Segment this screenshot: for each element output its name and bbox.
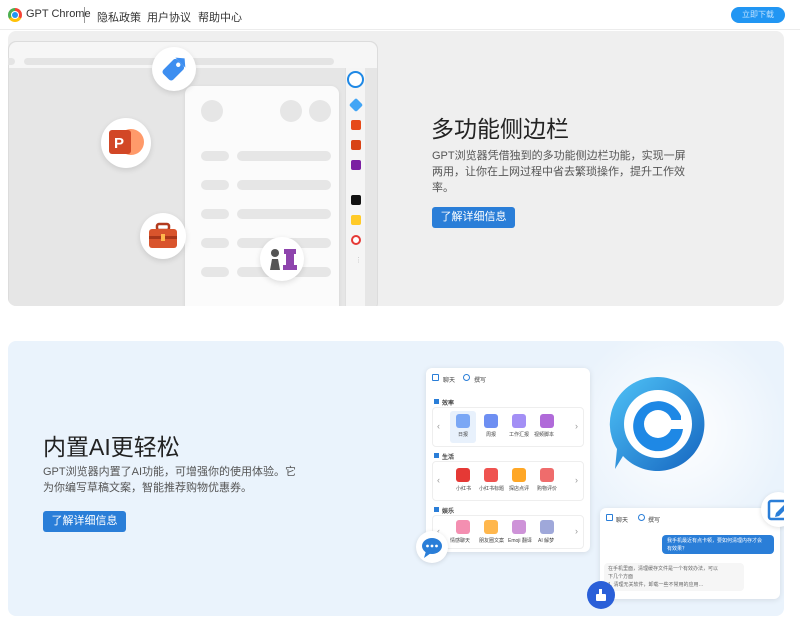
ai-reply-line3: 1. 清理无关软件，卸载一些不常用的应用…	[608, 582, 704, 588]
app-xiaohongshu[interactable]: 小红书	[456, 485, 471, 492]
nav-privacy-policy[interactable]: 隐私政策	[97, 9, 141, 25]
feature1-desc-line1: GPT浏览器凭借独到的多功能侧边栏功能，实现一屏	[432, 150, 686, 162]
next-chevron-icon[interactable]: ›	[575, 475, 578, 485]
toolbox-icon[interactable]	[351, 140, 361, 150]
prev-chevron-icon[interactable]: ‹	[437, 421, 440, 431]
ai-reply-bubble: 在手机里面，清理缓存文件是一个有效办法，可以 下几个方面 1. 清理无关软件，卸…	[604, 563, 744, 591]
powerpoint-icon: P	[109, 129, 144, 155]
chat-tab[interactable]: 聊天	[443, 375, 455, 384]
meituan-icon[interactable]	[351, 215, 361, 225]
feature-ai-section: 内置AI更轻松 GPT浏览器内置了AI功能，可增强你的使用体验。它 为你编写草稿…	[8, 341, 784, 616]
ai-reply-line2: 下几个方面	[608, 574, 634, 580]
chess-icon	[270, 249, 297, 270]
weekly-report-icon[interactable]	[484, 414, 498, 428]
dream-interpret-icon[interactable]	[540, 520, 554, 534]
ai-chat-card: 聊天 撰写 我手机最近有点卡顿，要如何清理内存才会 有效果？ 在手机里面，清理缓…	[600, 508, 780, 599]
group-fun-label: 娱乐	[442, 509, 455, 515]
app-work-report[interactable]: 工作汇报	[509, 431, 529, 438]
shop-review-icon[interactable]	[512, 468, 526, 482]
app-xiaohongshu-title[interactable]: 小红书标题	[479, 485, 504, 492]
group-fun-row: ‹ › 情感聊天 朋友圈文案 Emoji 翻译 AI 解梦	[432, 515, 584, 549]
group-efficiency-label: 效率	[442, 401, 455, 407]
xiaohongshu-icon[interactable]	[456, 468, 470, 482]
tag-icon[interactable]	[348, 97, 364, 113]
app-video-script[interactable]: 视频脚本	[534, 431, 554, 438]
chat-card-tab-chat[interactable]: 聊天	[616, 515, 628, 524]
app-daily-report[interactable]: 日报	[458, 431, 468, 438]
app-weekly-report[interactable]: 周报	[486, 431, 496, 438]
write-tab-icon[interactable]	[463, 374, 470, 381]
feature2-desc-line1: GPT浏览器内置了AI功能，可增强你的使用体验。它	[43, 466, 297, 478]
gpt-big-logo-icon	[609, 376, 705, 471]
gpt-logo-icon[interactable]	[347, 71, 364, 88]
top-bar: GPT Chrome 隐私政策 用户协议 帮助中心 立即下载	[0, 0, 800, 30]
toolbox-bubble	[140, 213, 186, 259]
feature1-desc-line3: 率。	[432, 182, 454, 194]
chat-bubble-icon[interactable]	[416, 531, 448, 563]
chess-icon[interactable]	[351, 160, 361, 170]
toolbox-icon	[149, 222, 177, 248]
chat-card-tab-write[interactable]: 撰写	[648, 515, 660, 524]
send-bubble[interactable]	[587, 581, 615, 609]
feature1-title: 多功能侧边栏	[431, 116, 569, 142]
group-life-label: 生活	[442, 455, 455, 461]
app-shop-review[interactable]: 探店点评	[509, 485, 529, 492]
prev-chevron-icon[interactable]: ‹	[437, 475, 440, 485]
moments-copy-icon[interactable]	[484, 520, 498, 534]
video-script-icon[interactable]	[540, 414, 554, 428]
ai-tools-card: 聊天 撰写 效率 ‹ › 日报 周报 工作汇报 视频脚本 生活 ‹ › 小红书 …	[426, 368, 590, 552]
write-tab[interactable]: 撰写	[474, 375, 486, 384]
emoji-translate-icon[interactable]	[512, 520, 526, 534]
tag-icon	[162, 57, 186, 81]
thumb-icon	[596, 589, 606, 601]
user-message-line2: 有效果？	[667, 546, 688, 552]
powerpoint-icon[interactable]	[351, 120, 361, 130]
xiaohongshu-title-icon[interactable]	[484, 468, 498, 482]
chat-bubble-bubble	[416, 531, 448, 563]
gpt-chrome-logo-icon[interactable]	[8, 8, 22, 22]
svg-text:P: P	[114, 135, 124, 152]
shopping-review-icon[interactable]	[540, 468, 554, 482]
chess-bubble	[260, 237, 304, 281]
divider	[84, 7, 85, 23]
write-tab-icon[interactable]	[638, 514, 645, 521]
emotional-chat-icon[interactable]	[456, 520, 470, 534]
download-button[interactable]: 立即下载	[731, 7, 785, 23]
feature2-desc-line2: 为你编写草稿文案，智能推荐购物优惠券。	[43, 482, 252, 494]
group-efficiency-row: ‹ › 日报 周报 工作汇报 视频脚本	[432, 407, 584, 447]
more-dots-icon[interactable]: ⋮	[355, 256, 362, 264]
edit-bubble	[761, 492, 784, 527]
user-message-bubble: 我手机最近有点卡顿，要如何清理内存才会 有效果？	[662, 535, 774, 554]
user-message-line1: 我手机最近有点卡顿，要如何清理内存才会	[667, 538, 763, 544]
tiktok-icon[interactable]	[351, 195, 361, 205]
sidebar-strip: ⋮	[345, 68, 365, 306]
brand-name[interactable]: GPT Chrome	[26, 8, 91, 20]
weibo-icon[interactable]	[351, 235, 361, 245]
daily-report-icon[interactable]	[456, 414, 470, 428]
ai-reply-line1: 在手机里面，清理缓存文件是一个有效办法，可以	[608, 566, 719, 572]
work-report-icon[interactable]	[512, 414, 526, 428]
next-chevron-icon[interactable]: ›	[575, 421, 578, 431]
app-dream-interpret[interactable]: AI 解梦	[538, 537, 554, 544]
edit-icon[interactable]	[761, 492, 784, 527]
app-emotional-chat[interactable]: 情感聊天	[450, 537, 470, 544]
powerpoint-bubble: P	[101, 118, 151, 168]
feature2-learn-more-button[interactable]: 了解详细信息	[43, 511, 126, 532]
nav-user-agreement[interactable]: 用户协议	[147, 9, 191, 25]
app-emoji-translate[interactable]: Emoji 翻译	[508, 537, 532, 544]
feature2-title: 内置AI更轻松	[43, 434, 180, 460]
feature1-desc-line2: 两用，让你在上网过程中省去繁琐操作，提升工作效	[432, 166, 685, 178]
next-chevron-icon[interactable]: ›	[575, 526, 578, 536]
app-moments-copy[interactable]: 朋友圈文案	[479, 537, 504, 544]
feature-sidebar-section: ⋮ P 多功能侧边栏 GPT浏览器凭借独到的多功能侧边栏功能，实现一屏 两用，让…	[8, 31, 784, 306]
chat-tab-icon[interactable]	[432, 374, 439, 381]
group-life-row: ‹ › 小红书 小红书标题 探店点评 购物评价	[432, 461, 584, 501]
feature1-learn-more-button[interactable]: 了解详细信息	[432, 207, 515, 228]
chat-tab-icon[interactable]	[606, 514, 613, 521]
app-shopping-review[interactable]: 购物评价	[537, 485, 557, 492]
tag-bubble	[152, 47, 196, 91]
nav-help-center[interactable]: 帮助中心	[198, 9, 242, 25]
